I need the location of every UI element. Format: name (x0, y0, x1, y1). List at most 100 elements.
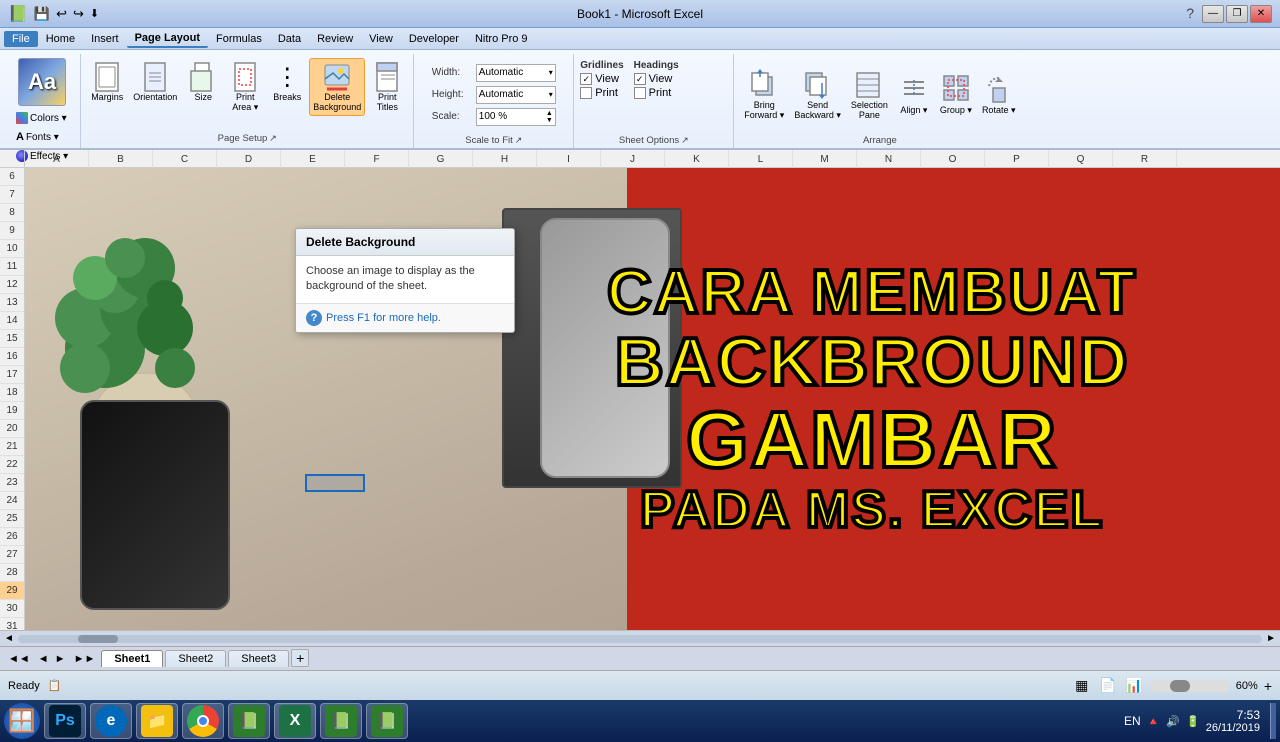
last-sheet-btn[interactable]: ►► (70, 653, 100, 665)
prev-sheet-btn2[interactable]: ◄ (36, 653, 51, 665)
menu-file[interactable]: File (4, 31, 38, 47)
scale-dialog-launcher[interactable]: ↗ (515, 135, 523, 146)
sheet-options-dialog-launcher[interactable]: ↗ (681, 135, 689, 146)
page-layout-view-icon[interactable]: 📄 (1098, 676, 1118, 696)
ribbon-btn-fonts[interactable]: A Fonts ▾ (12, 128, 72, 146)
taskbar-app5[interactable]: 📗 (228, 703, 270, 739)
zoom-slider[interactable] (1150, 680, 1230, 692)
new-sheet-button[interactable]: + (291, 649, 309, 667)
ribbon-btn-size[interactable]: Size (183, 58, 223, 106)
sheet-tab-3[interactable]: Sheet3 (228, 650, 289, 667)
page-setup-group-label: Page Setup ↗ (87, 131, 407, 144)
ribbon-btn-print-titles[interactable]: PrintTitles (367, 58, 407, 116)
col-header-f[interactable]: F (345, 150, 409, 168)
col-header-k[interactable]: K (665, 150, 729, 168)
menu-developer[interactable]: Developer (401, 31, 467, 47)
quick-access-redo[interactable]: ↪ (73, 6, 84, 22)
clock-area[interactable]: 7:53 26/11/2019 (1206, 708, 1260, 734)
col-header-h[interactable]: H (473, 150, 537, 168)
volume-icon[interactable]: 🔊 (1166, 715, 1180, 728)
col-header-e[interactable]: E (281, 150, 345, 168)
menu-view[interactable]: View (361, 31, 401, 47)
taskbar-app8[interactable]: 📗 (366, 703, 408, 739)
quick-access-undo[interactable]: ↩ (56, 6, 67, 22)
maximize-button[interactable]: ❐ (1226, 5, 1248, 23)
sheet-tab-1[interactable]: Sheet1 (101, 650, 163, 667)
quick-access-save[interactable]: 💾 (34, 6, 50, 22)
menu-home[interactable]: Home (38, 31, 83, 47)
taskbar-explorer[interactable]: 📁 (136, 703, 178, 739)
scroll-track[interactable] (18, 635, 1262, 643)
normal-view-icon[interactable]: ▦ (1072, 676, 1092, 696)
show-desktop-btn[interactable] (1270, 703, 1276, 739)
tooltip-header: Delete Background (296, 229, 514, 256)
ribbon-btn-breaks[interactable]: ⋮ Breaks (267, 58, 307, 106)
col-header-n[interactable]: N (857, 150, 921, 168)
minimize-button[interactable]: — (1202, 5, 1224, 23)
page-break-view-icon[interactable]: 📊 (1124, 676, 1144, 696)
zoom-slider-thumb[interactable] (1170, 680, 1190, 692)
col-header-j[interactable]: J (601, 150, 665, 168)
ribbon-btn-margins[interactable]: Margins (87, 58, 127, 106)
col-header-c[interactable]: C (153, 150, 217, 168)
themes-icon[interactable]: Aa (18, 58, 66, 106)
gridlines-print-checkbox[interactable] (580, 87, 592, 99)
horizontal-scrollbar[interactable]: ◄ ► (0, 630, 1280, 646)
taskbar-app7[interactable]: 📗 (320, 703, 362, 739)
taskbar-ie[interactable]: e (90, 703, 132, 739)
scale-width-input[interactable]: Automatic▾ (476, 64, 556, 82)
col-header-l[interactable]: L (729, 150, 793, 168)
quick-access-more[interactable]: ⬇ (90, 7, 99, 20)
ribbon-btn-delete-background[interactable]: DeleteBackground (309, 58, 365, 116)
col-header-b[interactable]: B (89, 150, 153, 168)
network-icon[interactable]: 🔺 (1147, 715, 1161, 728)
menu-nitro[interactable]: Nitro Pro 9 (467, 31, 536, 47)
scroll-right-btn[interactable]: ► (1266, 633, 1276, 644)
cell-selection-indicator[interactable] (305, 474, 365, 492)
scroll-thumb[interactable] (78, 635, 118, 643)
ribbon-btn-align[interactable]: Align ▾ (894, 71, 934, 119)
ribbon-btn-send-backward[interactable]: SendBackward ▾ (790, 66, 845, 124)
col-header-p[interactable]: P (985, 150, 1049, 168)
next-sheet-btn[interactable]: ► (53, 653, 68, 665)
taskbar-excel[interactable]: X (274, 703, 316, 739)
scale-input[interactable]: 100 %▲▼ (476, 108, 556, 126)
zoom-in-icon[interactable]: + (1264, 678, 1272, 694)
ribbon-btn-colors[interactable]: Colors ▾ (12, 109, 72, 127)
col-header-g[interactable]: G (409, 150, 473, 168)
headings-print-checkbox[interactable] (634, 87, 646, 99)
prev-sheet-btn[interactable]: ◄◄ (4, 653, 34, 665)
ribbon-btn-print-area[interactable]: PrintArea ▾ (225, 58, 265, 116)
close-button[interactable]: ✕ (1250, 5, 1272, 23)
headings-view-checkbox[interactable] (634, 73, 646, 85)
menu-page-layout[interactable]: Page Layout (127, 30, 208, 48)
scale-height-input[interactable]: Automatic▾ (476, 86, 556, 104)
battery-icon[interactable]: 🔋 (1186, 715, 1200, 728)
col-header-o[interactable]: O (921, 150, 985, 168)
ribbon-btn-rotate[interactable]: Rotate ▾ (978, 71, 1020, 119)
menu-formulas[interactable]: Formulas (208, 31, 270, 47)
page-setup-dialog-launcher[interactable]: ↗ (269, 133, 277, 144)
menu-data[interactable]: Data (270, 31, 309, 47)
start-button[interactable]: 🪟 (4, 703, 40, 739)
ribbon-btn-orientation[interactable]: Orientation (129, 58, 181, 106)
col-header-m[interactable]: M (793, 150, 857, 168)
col-header-d[interactable]: D (217, 150, 281, 168)
taskbar-photoshop[interactable]: Ps (44, 703, 86, 739)
col-header-q[interactable]: Q (1049, 150, 1113, 168)
excel-icon: 📗 (8, 4, 28, 24)
col-header-a[interactable]: A (25, 150, 89, 168)
scroll-left-btn[interactable]: ◄ (4, 633, 14, 644)
ribbon-btn-group[interactable]: Group ▾ (936, 71, 976, 119)
ribbon-btn-selection-pane[interactable]: SelectionPane (847, 66, 892, 124)
col-header-r[interactable]: R (1113, 150, 1177, 168)
sheet-tab-2[interactable]: Sheet2 (165, 650, 226, 667)
menu-insert[interactable]: Insert (83, 31, 127, 47)
sheet-content[interactable]: Delete Background Choose an image to dis… (25, 168, 1280, 630)
ribbon-btn-bring-forward[interactable]: BringForward ▾ (740, 66, 788, 124)
minimize-icon[interactable]: ? (1180, 5, 1200, 23)
col-header-i[interactable]: I (537, 150, 601, 168)
menu-review[interactable]: Review (309, 31, 361, 47)
gridlines-view-checkbox[interactable] (580, 73, 592, 85)
taskbar-chrome[interactable] (182, 703, 224, 739)
